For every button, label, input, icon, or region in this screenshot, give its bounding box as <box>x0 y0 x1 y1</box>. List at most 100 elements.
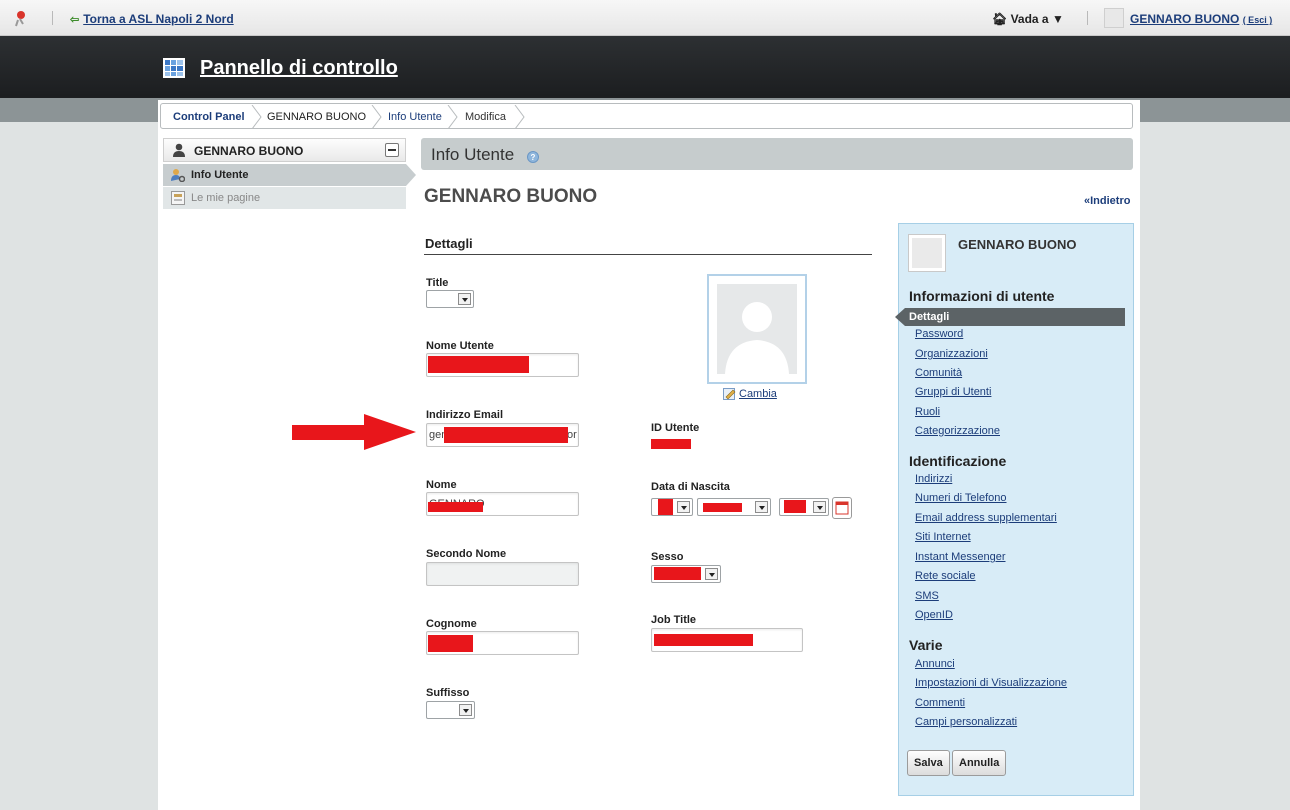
nav-roles[interactable]: Ruoli <box>915 406 940 418</box>
chevron-down-icon <box>459 704 472 716</box>
nav-sms[interactable]: SMS <box>915 590 939 602</box>
left-nav-label: Le mie pagine <box>191 192 261 204</box>
redaction <box>428 635 473 652</box>
user-menu[interactable]: GENNARO BUONO ( Esci ) <box>1130 12 1272 26</box>
email-visible-end: or <box>567 429 577 441</box>
left-nav-my-pages[interactable]: Le mie pagine <box>163 187 406 209</box>
save-button[interactable]: Salva <box>907 750 950 776</box>
cancel-button[interactable]: Annulla <box>952 750 1007 776</box>
goto-menu[interactable]: 🏠︎ Vada a ▼ <box>992 12 1064 26</box>
nav-social-network[interactable]: Rete sociale <box>915 570 976 582</box>
nav-custom-fields[interactable]: Campi personalizzati <box>915 716 1017 728</box>
nav-categorization[interactable]: Categorizzazione <box>915 425 1000 437</box>
section-title: Info Utente <box>431 145 515 164</box>
map-pin-icon[interactable] <box>14 9 28 27</box>
left-nav-user-info[interactable]: Info Utente <box>163 164 416 186</box>
chevron-down-icon <box>755 501 768 513</box>
left-nav-label: Info Utente <box>191 169 249 181</box>
nav-details-label: Dettagli <box>909 311 950 323</box>
last-name-label: Cognome <box>426 618 477 630</box>
user-icon <box>173 143 185 157</box>
section-header: Info Utente ? <box>421 138 1133 170</box>
nav-comments[interactable]: Commenti <box>915 697 965 709</box>
group-title-misc: Varie <box>909 637 943 653</box>
user-silhouette-icon <box>725 302 789 374</box>
nav-communities[interactable]: Comunità <box>915 367 962 379</box>
nav-details[interactable]: Dettagli <box>895 308 1125 326</box>
goto-menu-label: Vada a ▼ <box>1010 12 1064 26</box>
group-title-identification: Identificazione <box>909 453 1007 469</box>
calendar-icon[interactable] <box>832 497 852 519</box>
breadcrumb-control-panel[interactable]: Control Panel <box>173 111 245 123</box>
dockbar: ⇦ Torna a ASL Napoli 2 Nord 🏠︎ Vada a ▼ G… <box>0 0 1290 36</box>
portrait-placeholder <box>717 284 797 374</box>
breadcrumb-separator-icon <box>251 105 262 129</box>
breadcrumb-user-info[interactable]: Info Utente <box>388 111 442 123</box>
nav-additional-emails[interactable]: Email address supplementari <box>915 512 1057 524</box>
back-link[interactable]: «Indietro <box>1084 195 1130 207</box>
nav-announcements[interactable]: Annunci <box>915 658 955 670</box>
help-icon[interactable]: ? <box>527 151 539 163</box>
breadcrumb-separator-icon <box>371 105 382 129</box>
nav-instant-messenger[interactable]: Instant Messenger <box>915 551 1006 563</box>
first-name-label: Nome <box>426 479 457 491</box>
back-to-site-link[interactable]: ⇦ Torna a ASL Napoli 2 Nord <box>70 12 234 26</box>
portrait-frame <box>707 274 807 384</box>
back-to-site-label[interactable]: Torna a ASL Napoli 2 Nord <box>83 12 233 26</box>
logout-link[interactable]: ( Esci ) <box>1243 15 1273 25</box>
redaction <box>428 356 529 373</box>
breadcrumb-user[interactable]: GENNARO BUONO <box>267 111 366 123</box>
middle-name-label: Secondo Nome <box>426 548 507 560</box>
suffix-select[interactable] <box>426 701 475 719</box>
nav-organizations[interactable]: Organizzazioni <box>915 348 988 360</box>
nav-phone-numbers[interactable]: Numeri di Telefono <box>915 492 1007 504</box>
redaction <box>428 502 483 512</box>
nav-websites[interactable]: Siti Internet <box>915 531 971 543</box>
edit-image-icon <box>723 388 736 400</box>
user-id-label: ID Utente <box>651 422 700 434</box>
title-label: Title <box>426 277 449 289</box>
gender-label: Sesso <box>651 551 684 563</box>
home-icon: 🏠︎ <box>992 12 1008 26</box>
job-title-label: Job Title <box>651 614 697 626</box>
user-settings-icon <box>171 169 185 182</box>
redaction <box>658 499 673 515</box>
middle-name-input[interactable] <box>426 562 579 586</box>
user-avatar-small <box>1104 8 1124 28</box>
nav-display-settings[interactable]: Impostazioni di Visualizzazione <box>915 677 1067 689</box>
collapse-icon[interactable] <box>385 143 399 157</box>
birthday-label: Data di Nascita <box>651 481 730 493</box>
breadcrumb-separator-icon <box>514 105 525 129</box>
chevron-down-icon <box>813 501 826 513</box>
redaction <box>654 567 701 580</box>
active-pointer <box>406 164 416 186</box>
chevron-down-icon <box>705 568 718 580</box>
nav-addresses[interactable]: Indirizzi <box>915 473 952 485</box>
nav-openid[interactable]: OpenID <box>915 609 953 621</box>
control-panel-icon <box>163 58 185 78</box>
change-photo-link[interactable]: Cambia <box>739 388 777 400</box>
redaction <box>703 503 742 512</box>
left-panel-user-name: GENNARO BUONO <box>194 144 304 158</box>
nav-password[interactable]: Password <box>915 328 963 340</box>
user-name-link[interactable]: GENNARO BUONO <box>1130 12 1239 26</box>
panel-avatar <box>908 234 946 272</box>
user-title: GENNARO BUONO <box>424 186 598 207</box>
redaction <box>784 500 806 513</box>
left-panel-header[interactable]: GENNARO BUONO <box>163 138 406 162</box>
title-select[interactable] <box>426 290 474 308</box>
redaction <box>444 427 568 443</box>
pages-icon <box>171 191 185 205</box>
fieldset-title: Dettagli <box>425 236 473 251</box>
nav-user-groups[interactable]: Gruppi di Utenti <box>915 386 991 398</box>
separator <box>1087 11 1088 25</box>
breadcrumb-edit: Modifica <box>465 111 506 123</box>
email-label: Indirizzo Email <box>426 409 504 421</box>
annotation-arrow-email <box>292 414 416 450</box>
redaction <box>651 439 691 449</box>
page-title[interactable]: Pannello di controllo <box>200 57 398 80</box>
screen-name-label: Nome Utente <box>426 340 494 352</box>
redaction <box>654 634 753 646</box>
chevron-down-icon <box>458 293 471 305</box>
chevron-down-icon <box>677 501 690 513</box>
